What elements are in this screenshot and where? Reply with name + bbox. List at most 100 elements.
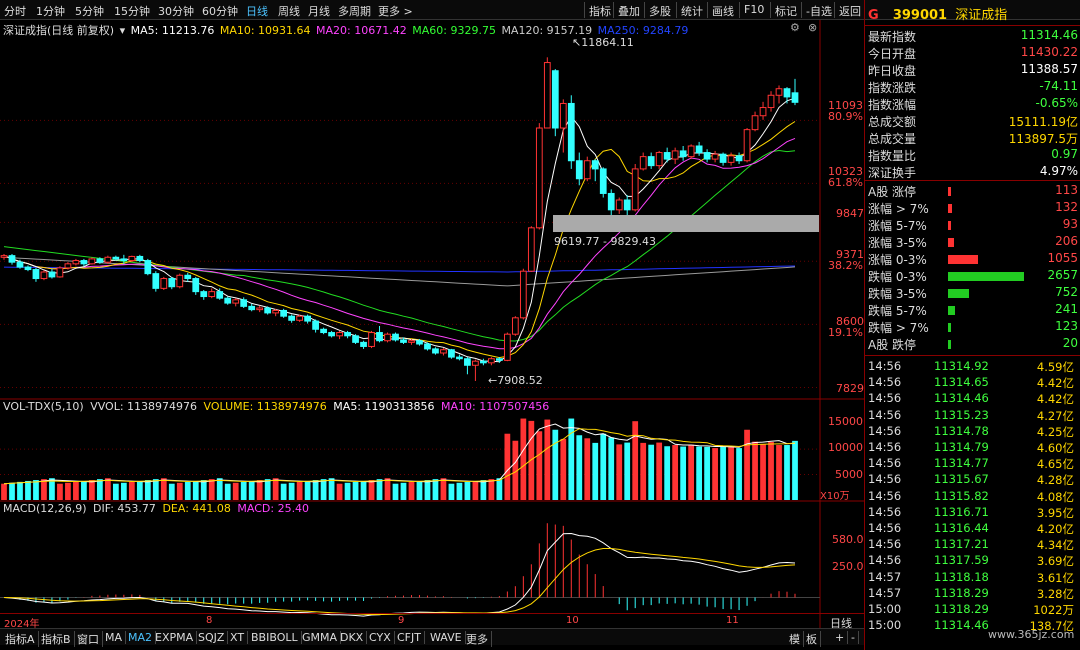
tab-indicator-b[interactable]: 指标B	[38, 631, 75, 647]
settings-icon[interactable]: ⚙	[790, 21, 800, 34]
f10-button[interactable]: F10	[739, 2, 768, 18]
volume-bar	[104, 478, 111, 500]
tab-60min[interactable]: 60分钟	[202, 3, 238, 19]
volume-bar	[648, 444, 655, 500]
volume-bar	[440, 478, 447, 500]
zoom-in-button[interactable]: +	[832, 631, 849, 644]
multi-stock-button[interactable]: 多股	[644, 2, 675, 18]
volume-bar	[504, 433, 511, 500]
tab-cyx[interactable]: CYX	[366, 631, 395, 644]
tab-fenshi[interactable]: 分时	[4, 3, 26, 19]
tab-wave[interactable]: WAVE	[427, 631, 466, 644]
volume-bar	[352, 481, 359, 500]
indicator-button[interactable]: 指标	[584, 2, 615, 18]
candle-down	[352, 335, 359, 343]
breadth-bar	[948, 255, 979, 264]
volume-tick: 5000	[835, 468, 863, 481]
candle-up	[711, 153, 719, 160]
volume-bar	[216, 478, 223, 500]
breadth-bar	[948, 340, 951, 349]
g-flag-icon: G	[868, 8, 879, 23]
volume-bar	[9, 482, 15, 500]
candle-up	[368, 332, 375, 347]
candle-down	[567, 102, 575, 162]
kline-chart[interactable]	[0, 20, 864, 628]
tick-price: 11314.65	[934, 375, 989, 390]
price-gap-box	[553, 215, 819, 232]
ma20-line	[3, 137, 796, 350]
candle-up	[0, 255, 8, 258]
tick-amount: 4.60亿	[1036, 441, 1074, 455]
candle-up	[64, 263, 72, 269]
breadth-row: 涨幅 > 7% 132	[868, 200, 1078, 217]
volume-bar	[280, 483, 287, 500]
candle-down	[599, 168, 607, 194]
tab-more[interactable]: 更多	[463, 631, 492, 647]
tab-multi-period[interactable]: 多周期	[338, 3, 371, 19]
breadth-value: 20	[1062, 336, 1078, 350]
tick-price: 11316.44	[934, 521, 989, 535]
candle-down	[120, 258, 128, 262]
quote-row: 昨日收盘 11388.57	[868, 62, 1078, 79]
quote-row: 深证换手 4.97%	[868, 164, 1078, 181]
candle-down	[448, 349, 455, 358]
tick-row: 14:56 11317.59 3.69亿	[868, 553, 1078, 569]
tick-price: 11315.82	[934, 488, 989, 503]
volume-bar	[784, 445, 790, 500]
volume-bar	[408, 481, 415, 500]
dropdown-icon[interactable]: ▾	[120, 24, 126, 37]
tab-cfjt[interactable]: CFJT	[394, 631, 425, 644]
tab-1min[interactable]: 1分钟	[36, 3, 65, 19]
tick-time: 15:00	[868, 602, 902, 616]
ma250-line	[3, 265, 796, 273]
volume-tick: 10000	[828, 441, 863, 454]
breadth-row: 跌幅 3-5% 752	[868, 285, 1078, 302]
tick-time: 14:56	[868, 359, 902, 373]
tab-gmma[interactable]: GMMA	[299, 631, 342, 644]
tab-xt[interactable]: XT	[227, 631, 249, 644]
zoom-out-button[interactable]: -	[848, 631, 859, 644]
quote-value: 4.97%	[1039, 164, 1078, 178]
overlay-button[interactable]: 叠加	[613, 2, 644, 18]
candle-down	[480, 360, 487, 364]
volume-bar	[272, 478, 279, 500]
tab-indicator-a[interactable]: 指标A	[2, 631, 39, 647]
candle-up	[40, 271, 48, 280]
watchlist-button[interactable]: -自选	[801, 2, 836, 18]
index-title: 深证成指	[955, 8, 1008, 23]
volume-bar	[464, 481, 471, 500]
tab-more[interactable]: 更多 >	[378, 3, 413, 19]
tick-price: 11318.18	[934, 569, 989, 584]
tick-row: 14:57 11318.18 3.61亿	[868, 570, 1078, 586]
tab-sqjz[interactable]: SQJZ	[195, 631, 229, 644]
stats-button[interactable]: 统计	[676, 2, 707, 18]
mark-button[interactable]: 标记	[770, 2, 801, 18]
volume-bar	[168, 483, 175, 500]
volume-bar	[528, 420, 535, 500]
tab-weekly[interactable]: 周线	[278, 3, 300, 19]
back-button[interactable]: 返回	[834, 2, 865, 18]
tab-dkx[interactable]: DKX	[337, 631, 368, 644]
candle-up	[559, 102, 567, 129]
tab-ma[interactable]: MA	[102, 631, 127, 644]
volume-bar	[680, 446, 687, 500]
tab-15min[interactable]: 15分钟	[114, 3, 150, 19]
tab-30min[interactable]: 30分钟	[158, 3, 194, 19]
ma60-line	[3, 149, 796, 342]
tab-window[interactable]: 窗口	[74, 631, 103, 647]
volume-bar	[25, 480, 31, 500]
tab-bbiboll[interactable]: BBIBOLL	[248, 631, 302, 644]
tick-amount: 3.61亿	[1036, 570, 1074, 585]
tab-5min[interactable]: 5分钟	[75, 3, 104, 19]
tab-expma[interactable]: EXPMA	[152, 631, 198, 644]
volume-bar	[616, 444, 623, 500]
close-icon[interactable]: ⊗	[808, 21, 817, 34]
quote-label: 最新指数	[868, 30, 917, 44]
tick-amount: 4.08亿	[1036, 489, 1074, 504]
candle-up	[543, 62, 551, 129]
tab-board-1[interactable]: 模	[786, 631, 804, 647]
tab-board-2[interactable]: 板	[803, 631, 821, 647]
tab-monthly[interactable]: 月线	[308, 3, 330, 19]
draw-button[interactable]: 画线	[707, 2, 738, 18]
tab-daily[interactable]: 日线	[246, 3, 268, 19]
